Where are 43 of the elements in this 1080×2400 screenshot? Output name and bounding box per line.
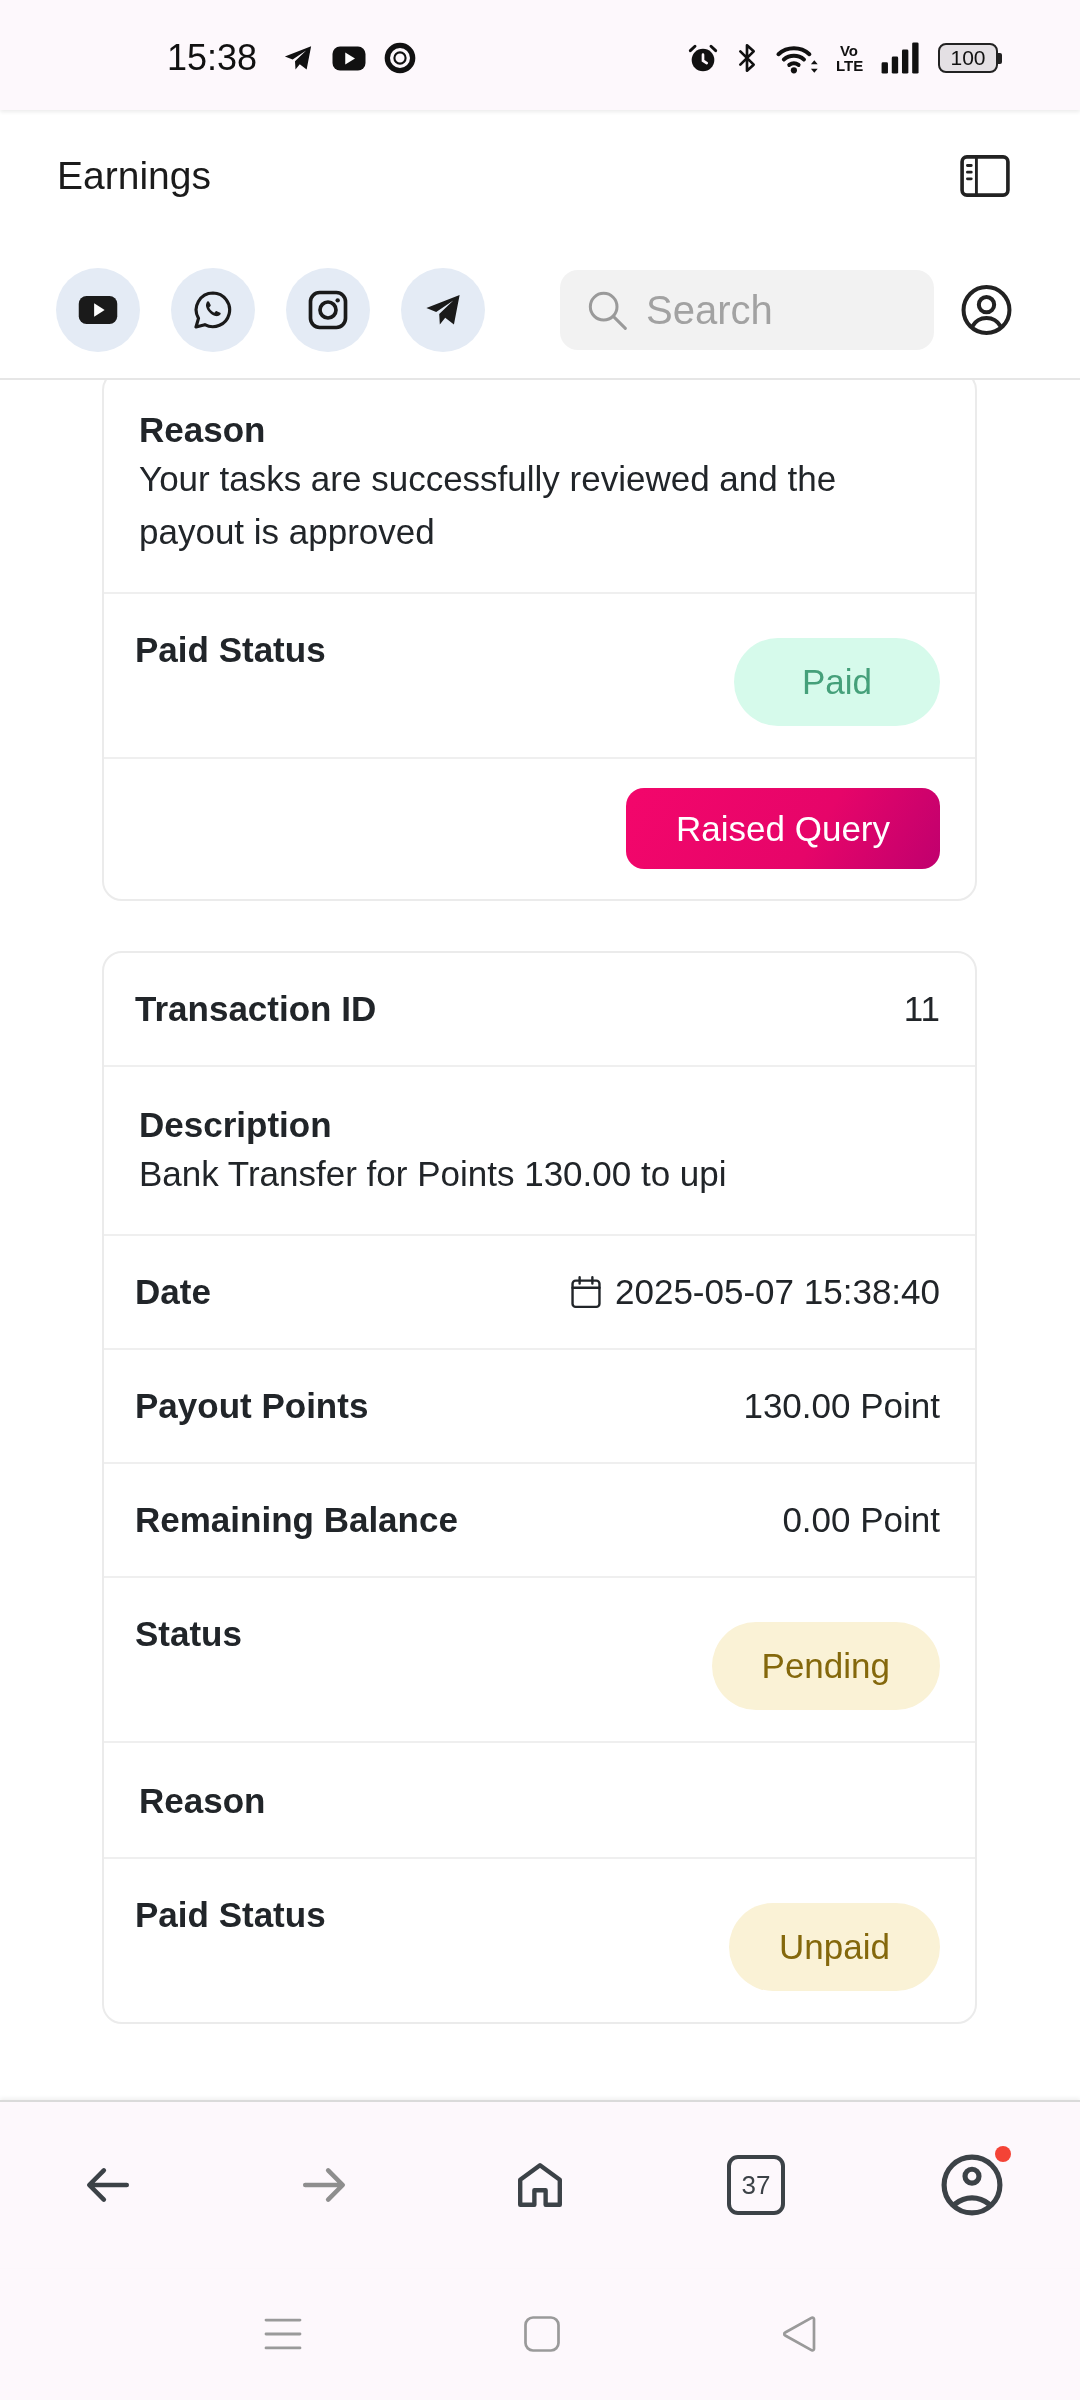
field-label: Reason xyxy=(139,1780,266,1822)
ring-icon xyxy=(384,42,417,74)
alarm-icon xyxy=(687,42,719,74)
field-label: Reason xyxy=(139,409,266,451)
field-value: 0.00 Point xyxy=(782,1499,940,1541)
status-badge: Unpaid xyxy=(729,1903,940,1991)
clock-time: 15:38 xyxy=(167,37,258,79)
field-value: Your tasks are successfully reviewed and the payout is approved xyxy=(139,458,838,553)
query-button[interactable]: Raised Query xyxy=(626,788,940,869)
search-icon xyxy=(587,290,627,330)
status-badge: Paid xyxy=(734,638,940,726)
field-value: Bank Transfer for Points 130.00 to upi xyxy=(139,1153,727,1195)
account-icon[interactable] xyxy=(941,2154,1003,2216)
field-label: Description xyxy=(139,1104,332,1146)
square-icon[interactable] xyxy=(524,2316,560,2352)
menu-icon[interactable] xyxy=(264,2317,302,2351)
field-value: 11 xyxy=(903,988,940,1030)
bluetooth-icon xyxy=(736,42,758,74)
field-label: Payout Points xyxy=(135,1385,369,1427)
field-label: Date xyxy=(135,1271,211,1313)
battery-indicator: 100 xyxy=(938,43,1002,73)
field-label: Status xyxy=(135,1613,242,1655)
page-title: Earnings xyxy=(57,154,211,198)
play-icon xyxy=(331,44,368,72)
field-label: Transaction ID xyxy=(135,988,377,1030)
calendar-icon xyxy=(569,1275,603,1309)
play-icon xyxy=(77,294,119,326)
date-value: 2025-05-07 15:38:40 xyxy=(615,1271,940,1313)
network-type-label: Vo LTE xyxy=(836,43,862,73)
field-value: 130.00 Point xyxy=(743,1385,940,1427)
field-label: Paid Status xyxy=(135,1894,326,1936)
status-badge: Pending xyxy=(711,1622,940,1710)
chat-phone-icon xyxy=(193,290,233,330)
tab-count-button[interactable]: 37 xyxy=(727,2155,785,2215)
profile-icon[interactable] xyxy=(961,283,1012,337)
search-field[interactable]: Search xyxy=(560,270,934,350)
camera-icon xyxy=(308,290,348,330)
field-label: Remaining Balance xyxy=(135,1499,458,1541)
home-icon[interactable] xyxy=(515,2160,565,2210)
field-label: Paid Status xyxy=(135,629,326,671)
back-triangle-icon[interactable] xyxy=(782,2316,816,2352)
signal-icon xyxy=(879,41,921,75)
sidebar-icon[interactable] xyxy=(960,155,1010,197)
